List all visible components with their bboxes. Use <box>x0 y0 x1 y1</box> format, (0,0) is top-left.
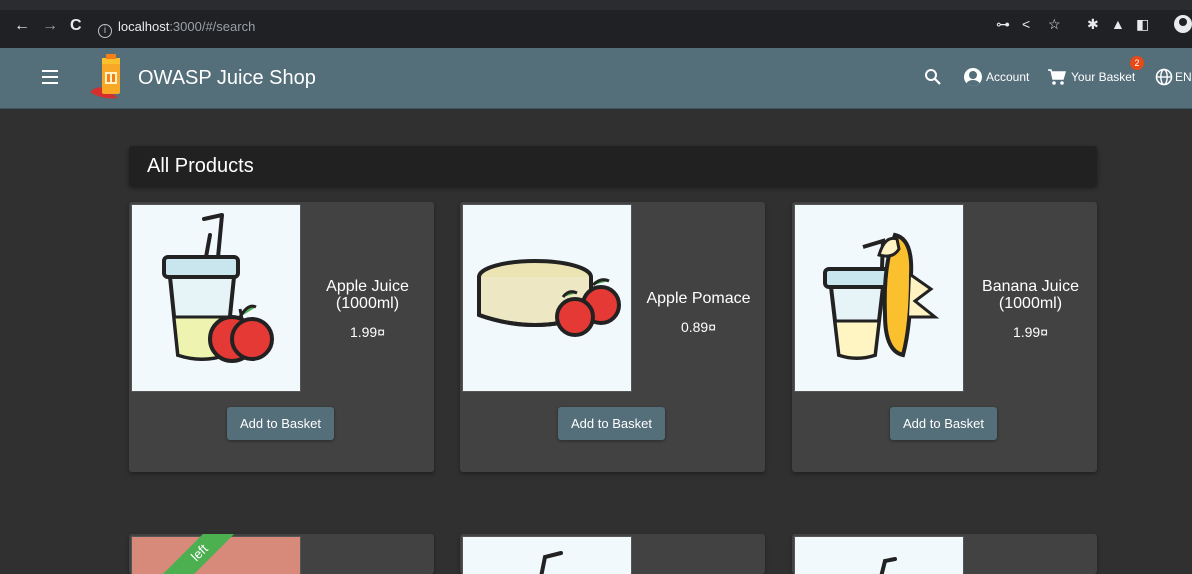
site-info-icon[interactable]: i <box>98 24 112 38</box>
key-icon[interactable]: ⊶ <box>996 15 1010 33</box>
product-card-apple-juice[interactable]: Apple Juice (1000ml) 1.99¤ Add to Basket <box>129 202 434 472</box>
url-path: :3000/#/search <box>169 19 256 34</box>
banana-juice-image <box>823 232 940 360</box>
main-content: All Products Apple Juice (1000ml) 1.99¤ … <box>0 109 1192 574</box>
product-price: 1.99¤ <box>349 324 386 340</box>
product-card-partial-2[interactable] <box>460 534 765 574</box>
search-icon[interactable] <box>924 68 942 86</box>
product-name: Apple Pomace <box>646 290 751 307</box>
product-image[interactable] <box>462 536 632 574</box>
language-button[interactable]: EN <box>1155 67 1192 87</box>
app-title[interactable]: OWASP Juice Shop <box>138 64 316 92</box>
product-card-banana-juice[interactable]: Banana Juice (1000ml) 1.99¤ Add to Baske… <box>792 202 1097 472</box>
juice-shop-logo[interactable] <box>88 54 130 100</box>
page-title-card: All Products <box>129 146 1097 186</box>
add-to-basket-button[interactable]: Add to Basket <box>558 407 665 440</box>
product-price: 0.89¤ <box>680 319 717 335</box>
account-button[interactable]: Account <box>964 67 1029 87</box>
language-label: EN <box>1175 70 1192 84</box>
reload-icon[interactable]: C <box>70 18 82 34</box>
basket-button[interactable]: Your Basket <box>1047 67 1135 87</box>
product-info: Apple Pomace 0.89¤ <box>632 290 765 335</box>
app-toolbar: OWASP Juice Shop Account Your Basket 2 E… <box>0 48 1192 109</box>
add-to-basket-button[interactable]: Add to Basket <box>227 407 334 440</box>
juice-straw-image <box>879 557 897 574</box>
browser-toolbar: ← → C i localhost:3000/#/search ⊶ < ☆ ✱ ▲… <box>0 0 1192 48</box>
account-label: Account <box>986 70 1030 84</box>
product-image[interactable] <box>131 204 301 392</box>
back-arrow-icon[interactable]: ← <box>14 18 30 34</box>
account-circle-icon <box>964 68 982 86</box>
juice-straw-image <box>539 551 563 574</box>
menu-icon[interactable] <box>42 70 58 84</box>
basket-count-badge: 2 <box>1130 56 1144 70</box>
product-image[interactable] <box>794 204 964 392</box>
side-panel-icon[interactable]: ◧ <box>1136 15 1149 33</box>
forward-arrow-icon[interactable]: → <box>42 18 58 34</box>
product-image[interactable] <box>794 536 964 574</box>
bookmark-star-icon[interactable]: ☆ <box>1048 15 1061 33</box>
product-info: Banana Juice (1000ml) 1.99¤ <box>964 278 1097 340</box>
product-name: Apple Juice (1000ml) <box>326 278 409 312</box>
browser-tab-strip <box>0 0 1192 10</box>
apple-pomace-image <box>477 259 621 337</box>
product-card-apple-pomace[interactable]: Apple Pomace 0.89¤ Add to Basket <box>460 202 765 472</box>
product-price: 1.99¤ <box>1012 324 1049 340</box>
shopping-cart-icon <box>1048 69 1066 85</box>
address-bar[interactable]: i localhost:3000/#/search <box>98 16 978 38</box>
product-name: Banana Juice (1000ml) <box>982 278 1079 312</box>
product-image[interactable] <box>462 204 632 392</box>
add-to-basket-button[interactable]: Add to Basket <box>890 407 997 440</box>
share-icon[interactable]: < <box>1022 15 1030 33</box>
language-globe-icon <box>1155 68 1173 86</box>
extension-puzzle-icon[interactable]: ✱ <box>1087 15 1099 33</box>
apple-juice-image <box>162 213 274 363</box>
basket-label: Your Basket <box>1071 70 1136 84</box>
product-info: Apple Juice (1000ml) 1.99¤ <box>301 278 434 340</box>
lab-flask-icon[interactable]: ▲ <box>1111 15 1125 33</box>
product-card-partial-3[interactable] <box>792 534 1097 574</box>
profile-avatar-icon[interactable] <box>1174 15 1192 33</box>
page-title: All Products <box>147 155 254 177</box>
product-card-partial-1[interactable]: left <box>129 534 434 574</box>
url-host: localhost <box>118 19 170 34</box>
